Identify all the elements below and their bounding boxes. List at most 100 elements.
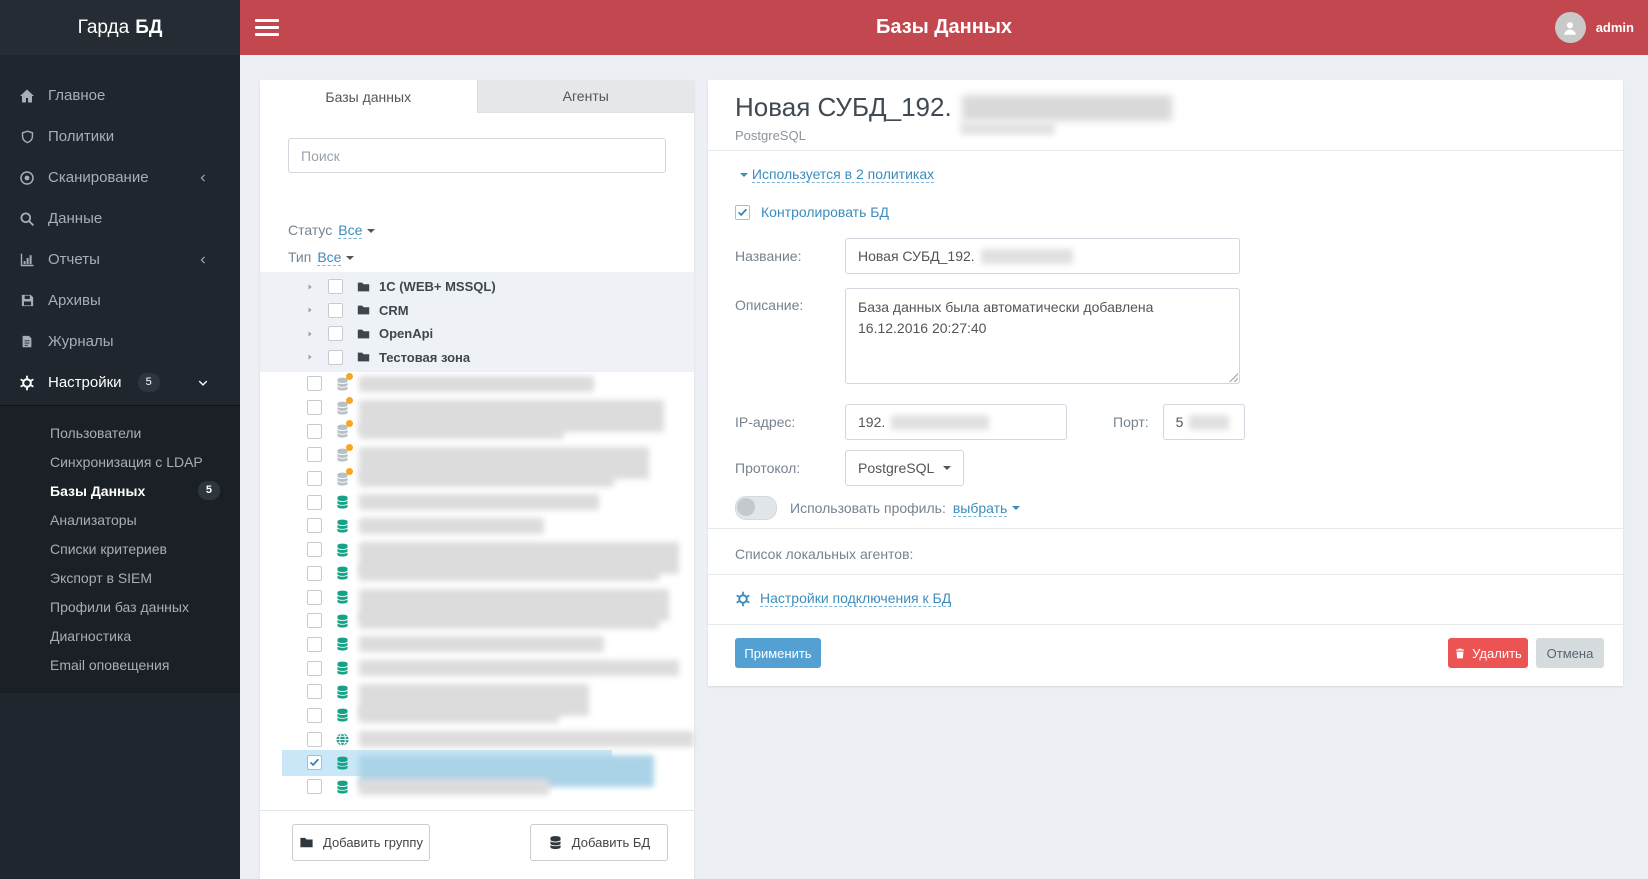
tree-database-row[interactable]	[260, 633, 694, 657]
row-checkbox[interactable]	[307, 660, 322, 676]
folder-icon	[299, 835, 314, 850]
row-checkbox[interactable]	[307, 779, 322, 795]
cancel-button[interactable]: Отмена	[1536, 638, 1604, 668]
database-icon	[335, 589, 350, 605]
tree-database-row[interactable]	[260, 562, 694, 586]
tree-folder-row[interactable]: Тестовая зона	[260, 346, 694, 370]
search-input[interactable]	[288, 138, 666, 173]
submenu-item-diagnostics[interactable]: Диагностика	[0, 621, 240, 650]
folder-checkbox[interactable]	[328, 326, 343, 342]
caret-down-icon	[346, 256, 355, 261]
sidebar-item-settings[interactable]: Настройки 5	[0, 362, 240, 403]
tree-database-row[interactable]	[260, 656, 694, 680]
use-profile-label: Использовать профиль:	[790, 500, 946, 516]
folder-label: Тестовая зона	[379, 349, 471, 365]
sidebar-item-archives[interactable]: Архивы	[0, 280, 240, 321]
folder-checkbox[interactable]	[328, 302, 343, 318]
caret-right-icon[interactable]	[306, 305, 316, 315]
row-checkbox[interactable]	[307, 542, 322, 558]
row-checkbox[interactable]	[307, 518, 322, 534]
row-checkbox[interactable]	[307, 400, 322, 416]
submenu-item-email-alerts[interactable]: Email оповещения	[0, 650, 240, 679]
row-checkbox[interactable]	[307, 447, 322, 463]
submenu-item-users[interactable]: Пользователи	[0, 418, 240, 447]
row-checkbox[interactable]	[307, 589, 322, 605]
submenu-item-siem-export[interactable]: Экспорт в SIEM	[0, 563, 240, 592]
tree-database-row[interactable]	[260, 372, 694, 396]
name-field-row: Название: Новая СУБД_192.	[735, 238, 1240, 274]
chart-icon	[18, 252, 36, 268]
tree-database-row[interactable]	[260, 609, 694, 633]
add-group-button[interactable]: Добавить группу	[292, 824, 430, 861]
folder-icon	[356, 350, 371, 364]
submenu-item-db-profiles[interactable]: Профили баз данных	[0, 592, 240, 621]
tree-database-row[interactable]	[260, 396, 694, 432]
row-checkbox[interactable]	[307, 613, 322, 629]
tab-agents[interactable]: Агенты	[476, 80, 694, 113]
type-filter-link[interactable]: Все	[317, 249, 342, 266]
submenu-item-analyzers[interactable]: Анализаторы	[0, 505, 240, 534]
tree-database-row-selected[interactable]	[260, 750, 694, 787]
tree-database-row[interactable]	[260, 585, 694, 622]
hamburger-menu-icon[interactable]	[255, 15, 279, 40]
sidebar-item-scanning[interactable]: Сканирование	[0, 157, 240, 198]
row-checkbox[interactable]	[307, 707, 322, 723]
submenu-item-databases[interactable]: Базы Данных 5	[0, 476, 240, 505]
ip-input[interactable]: 192.	[845, 404, 1067, 440]
tree-database-row[interactable]	[260, 538, 694, 574]
add-database-button[interactable]: Добавить БД	[530, 824, 668, 861]
row-checkbox[interactable]	[307, 731, 322, 747]
row-checkbox[interactable]	[307, 471, 322, 487]
tree-folder-row[interactable]: OpenApi	[260, 322, 694, 346]
sidebar-item-home[interactable]: Главное	[0, 75, 240, 116]
database-pending-icon	[335, 396, 353, 416]
tree-database-row[interactable]	[260, 704, 694, 728]
sidebar-item-reports[interactable]: Отчеты	[0, 239, 240, 280]
port-input[interactable]: 5	[1162, 404, 1245, 440]
tree-footer: Добавить группу Добавить БД	[260, 810, 694, 879]
row-checkbox[interactable]	[307, 755, 322, 771]
policies-usage-link[interactable]: Используется в 2 политиках	[751, 166, 935, 183]
connection-settings-link[interactable]: Настройки подключения к БД	[760, 590, 952, 607]
row-checkbox[interactable]	[307, 494, 322, 510]
folder-checkbox[interactable]	[328, 279, 343, 295]
name-input[interactable]: Новая СУБД_192.	[845, 238, 1240, 274]
caret-right-icon[interactable]	[306, 329, 316, 339]
choose-profile-link[interactable]: выбрать	[952, 500, 1008, 517]
sidebar-item-journals[interactable]: Журналы	[0, 321, 240, 362]
apply-button[interactable]: Применить	[735, 638, 821, 668]
caret-right-icon[interactable]	[306, 282, 316, 292]
status-filter-link[interactable]: Все	[338, 222, 363, 239]
sidebar-item-data[interactable]: Данные	[0, 198, 240, 239]
row-checkbox[interactable]	[307, 376, 322, 392]
use-profile-toggle[interactable]	[735, 496, 777, 520]
control-db-checkbox[interactable]	[735, 204, 750, 220]
tree-database-row[interactable]	[260, 727, 694, 751]
folder-checkbox[interactable]	[328, 349, 343, 365]
sidebar-item-label: Отчеты	[48, 251, 100, 268]
tree-database-row[interactable]	[260, 490, 694, 514]
tree-database-row[interactable]	[260, 680, 694, 716]
delete-button[interactable]: Удалить	[1448, 638, 1528, 668]
sidebar-item-policies[interactable]: Политики	[0, 116, 240, 157]
description-textarea[interactable]: База данных была автоматически добавлена…	[845, 288, 1240, 384]
row-checkbox[interactable]	[307, 423, 322, 439]
row-checkbox[interactable]	[307, 684, 322, 700]
tree-database-row[interactable]	[260, 514, 694, 538]
user-menu[interactable]: admin	[1554, 12, 1634, 43]
tree-folder-row[interactable]: CRM	[260, 299, 694, 323]
page-title: Базы Данных	[875, 16, 1013, 38]
redacted-database-name	[359, 375, 594, 392]
bullseye-icon	[18, 170, 36, 186]
row-checkbox[interactable]	[307, 636, 322, 652]
database-pending-icon	[335, 372, 353, 392]
tree-folder-row[interactable]: 1С (WEB+ MSSQL)	[260, 275, 694, 299]
tree-database-row[interactable]	[260, 443, 694, 480]
caret-right-icon[interactable]	[306, 352, 316, 362]
submenu-item-criteria-lists[interactable]: Списки критериев	[0, 534, 240, 563]
protocol-select[interactable]: PostgreSQL	[845, 450, 965, 486]
submenu-item-ldap-sync[interactable]: Синхронизация с LDAP	[0, 447, 240, 476]
redacted-name-suffix	[980, 248, 1073, 264]
tab-databases[interactable]: Базы данных	[260, 80, 477, 113]
row-checkbox[interactable]	[307, 565, 322, 581]
